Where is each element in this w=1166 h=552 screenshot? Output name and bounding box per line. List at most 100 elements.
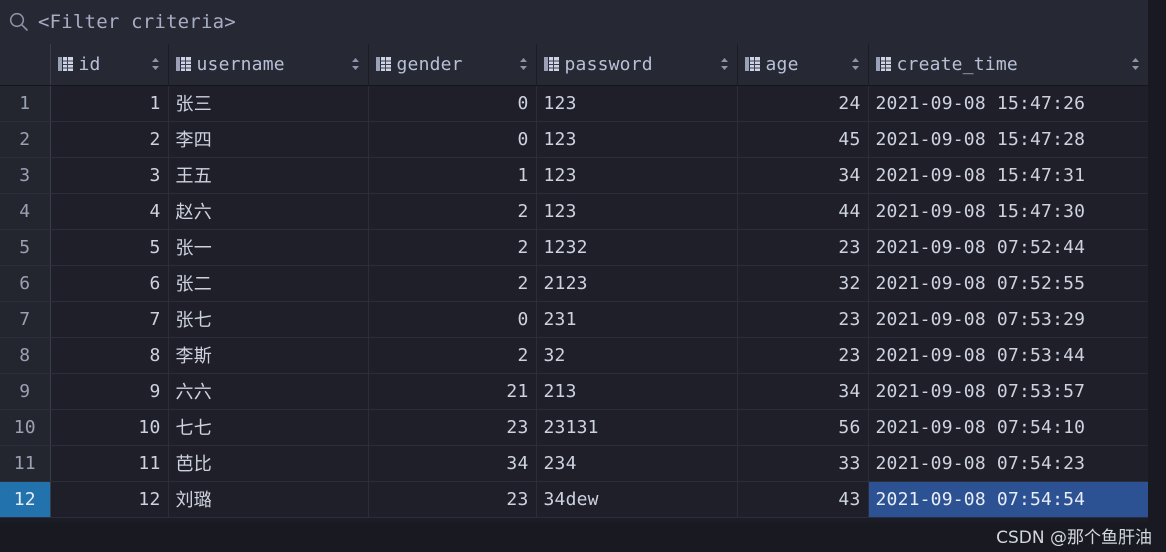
cell-age[interactable]: 44 (737, 193, 869, 230)
cell-age[interactable]: 45 (737, 121, 869, 158)
cell-password[interactable]: 2123 (536, 265, 738, 302)
cell-username[interactable]: 张二 (168, 265, 369, 302)
cell-create_time[interactable]: 2021-09-08 07:54:54 (868, 481, 1149, 518)
cell-age[interactable]: 56 (737, 409, 869, 446)
cell-username[interactable]: 张三 (168, 85, 369, 122)
cell-password[interactable]: 213 (536, 373, 738, 410)
cell-gender[interactable]: 21 (368, 373, 537, 410)
cell-create_time[interactable]: 2021-09-08 07:53:29 (868, 301, 1149, 338)
cell-id[interactable]: 1 (50, 85, 169, 122)
cell-username[interactable]: 赵六 (168, 193, 369, 230)
cell-create_time[interactable]: 2021-09-08 07:54:10 (868, 409, 1149, 446)
sort-toggle-icon[interactable] (850, 56, 861, 72)
column-header-id[interactable]: id (50, 44, 169, 86)
cell-age[interactable]: 23 (737, 337, 869, 374)
cell-gender[interactable]: 2 (368, 193, 537, 230)
row-number-header[interactable] (0, 44, 51, 86)
cell-password[interactable]: 23131 (536, 409, 738, 446)
cell-gender[interactable]: 34 (368, 445, 537, 482)
cell-id[interactable]: 12 (50, 481, 169, 518)
table-row[interactable]: 10 10 七七 23 23131 56 2021-09-08 07:54:10 (0, 409, 1149, 446)
cell-create_time[interactable]: 2021-09-08 07:53:44 (868, 337, 1149, 374)
cell-username[interactable]: 六六 (168, 373, 369, 410)
cell-id[interactable]: 9 (50, 373, 169, 410)
table-row[interactable]: 3 3 王五 1 123 34 2021-09-08 15:47:31 (0, 157, 1149, 194)
cell-id[interactable]: 5 (50, 229, 169, 266)
column-header-password[interactable]: password (536, 44, 738, 86)
cell-password[interactable]: 123 (536, 157, 738, 194)
sort-toggle-icon[interactable] (518, 56, 529, 72)
cell-age[interactable]: 34 (737, 157, 869, 194)
cell-username[interactable]: 王五 (168, 157, 369, 194)
cell-gender[interactable]: 23 (368, 409, 537, 446)
cell-password[interactable]: 123 (536, 121, 738, 158)
cell-password[interactable]: 234 (536, 445, 738, 482)
sort-toggle-icon[interactable] (150, 56, 161, 72)
table-row[interactable]: 5 5 张一 2 1232 23 2021-09-08 07:52:44 (0, 229, 1149, 266)
cell-username[interactable]: 芭比 (168, 445, 369, 482)
row-number-cell[interactable]: 10 (0, 409, 51, 446)
cell-id[interactable]: 8 (50, 337, 169, 374)
cell-password[interactable]: 34dew (536, 481, 738, 518)
column-header-create-time[interactable]: create_time (868, 44, 1149, 86)
table-row[interactable]: 2 2 李四 0 123 45 2021-09-08 15:47:28 (0, 121, 1149, 158)
filter-bar[interactable]: <Filter criteria> (0, 0, 1166, 44)
table-row[interactable]: 1 1 张三 0 123 24 2021-09-08 15:47:26 (0, 85, 1149, 122)
cell-create_time[interactable]: 2021-09-08 15:47:28 (868, 121, 1149, 158)
row-number-cell[interactable]: 2 (0, 121, 51, 158)
cell-age[interactable]: 33 (737, 445, 869, 482)
cell-username[interactable]: 张一 (168, 229, 369, 266)
cell-create_time[interactable]: 2021-09-08 15:47:31 (868, 157, 1149, 194)
cell-create_time[interactable]: 2021-09-08 15:47:26 (868, 85, 1149, 122)
column-header-age[interactable]: age (737, 44, 869, 86)
table-row[interactable]: 11 11 芭比 34 234 33 2021-09-08 07:54:23 (0, 445, 1149, 482)
row-number-cell[interactable]: 7 (0, 301, 51, 338)
column-header-username[interactable]: username (168, 44, 369, 86)
cell-id[interactable]: 2 (50, 121, 169, 158)
table-row[interactable]: 7 7 张七 0 231 23 2021-09-08 07:53:29 (0, 301, 1149, 338)
row-number-cell[interactable]: 11 (0, 445, 51, 482)
cell-create_time[interactable]: 2021-09-08 07:54:23 (868, 445, 1149, 482)
cell-username[interactable]: 刘璐 (168, 481, 369, 518)
cell-gender[interactable]: 23 (368, 481, 537, 518)
cell-age[interactable]: 23 (737, 301, 869, 338)
cell-password[interactable]: 231 (536, 301, 738, 338)
cell-password[interactable]: 32 (536, 337, 738, 374)
sort-toggle-icon[interactable] (1130, 56, 1141, 72)
cell-id[interactable]: 7 (50, 301, 169, 338)
table-row[interactable]: 4 4 赵六 2 123 44 2021-09-08 15:47:30 (0, 193, 1149, 230)
sort-toggle-icon[interactable] (350, 56, 361, 72)
cell-id[interactable]: 10 (50, 409, 169, 446)
cell-age[interactable]: 32 (737, 265, 869, 302)
table-row[interactable]: 12 12 刘璐 23 34dew 43 2021-09-08 07:54:54 (0, 481, 1149, 518)
cell-password[interactable]: 1232 (536, 229, 738, 266)
row-number-cell[interactable]: 4 (0, 193, 51, 230)
cell-create_time[interactable]: 2021-09-08 07:52:44 (868, 229, 1149, 266)
row-number-cell[interactable]: 8 (0, 337, 51, 374)
table-row[interactable]: 6 6 张二 2 2123 32 2021-09-08 07:52:55 (0, 265, 1149, 302)
cell-create_time[interactable]: 2021-09-08 07:53:57 (868, 373, 1149, 410)
cell-username[interactable]: 七七 (168, 409, 369, 446)
cell-username[interactable]: 张七 (168, 301, 369, 338)
cell-age[interactable]: 34 (737, 373, 869, 410)
cell-username[interactable]: 李斯 (168, 337, 369, 374)
column-header-gender[interactable]: gender (368, 44, 537, 86)
cell-gender[interactable]: 2 (368, 229, 537, 266)
table-row[interactable]: 9 9 六六 21 213 34 2021-09-08 07:53:57 (0, 373, 1149, 410)
cell-id[interactable]: 6 (50, 265, 169, 302)
cell-id[interactable]: 11 (50, 445, 169, 482)
cell-create_time[interactable]: 2021-09-08 15:47:30 (868, 193, 1149, 230)
row-number-cell[interactable]: 9 (0, 373, 51, 410)
cell-age[interactable]: 43 (737, 481, 869, 518)
cell-age[interactable]: 23 (737, 229, 869, 266)
cell-id[interactable]: 4 (50, 193, 169, 230)
cell-age[interactable]: 24 (737, 85, 869, 122)
sort-toggle-icon[interactable] (719, 56, 730, 72)
cell-gender[interactable]: 0 (368, 121, 537, 158)
row-number-cell[interactable]: 12 (0, 481, 51, 518)
cell-gender[interactable]: 2 (368, 265, 537, 302)
cell-gender[interactable]: 0 (368, 85, 537, 122)
table-row[interactable]: 8 8 李斯 2 32 23 2021-09-08 07:53:44 (0, 337, 1149, 374)
cell-gender[interactable]: 0 (368, 301, 537, 338)
row-number-cell[interactable]: 5 (0, 229, 51, 266)
